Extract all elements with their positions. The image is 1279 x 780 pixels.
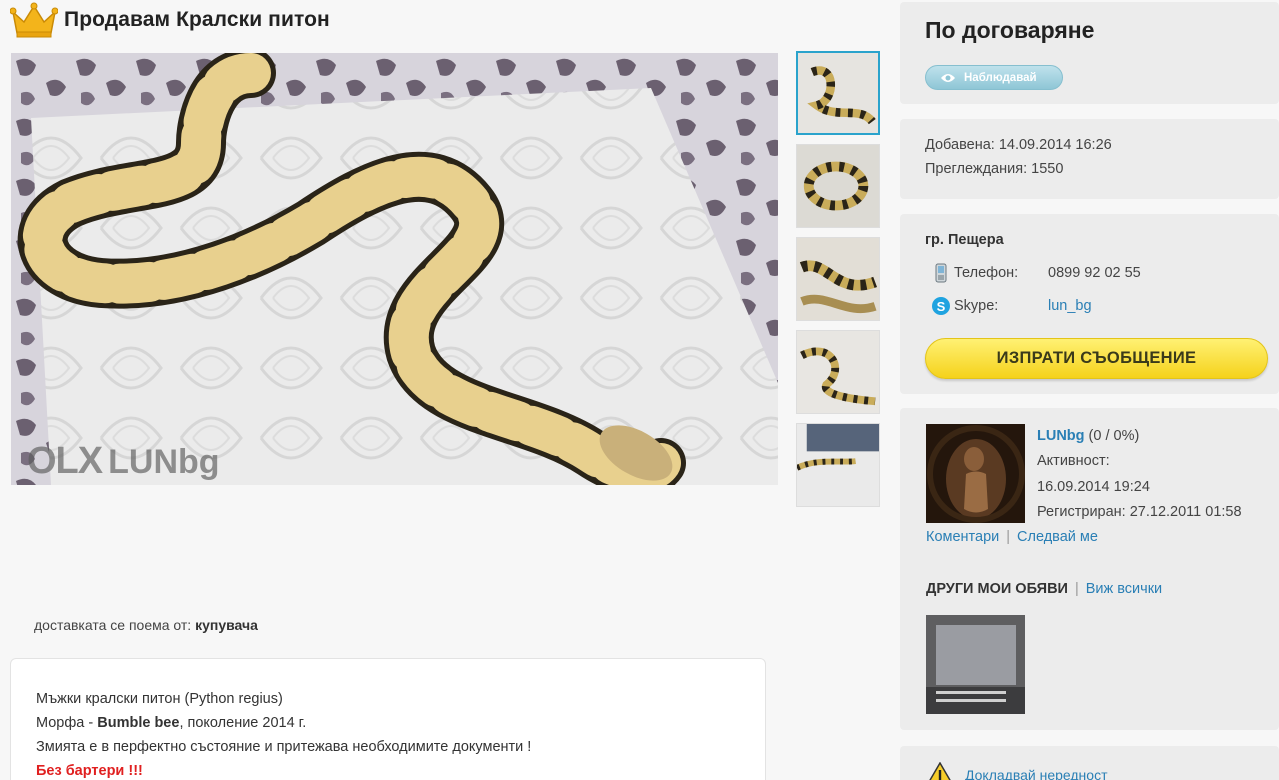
description-card: Мъжки кралски питон (Python regius) Морф…: [10, 658, 766, 780]
activity-value: 16.09.2014 19:24: [1037, 479, 1150, 495]
page-title: Продавам Кралски питон: [64, 8, 330, 31]
comments-link[interactable]: Коментари: [926, 529, 999, 545]
phone-row: Телефон: 0899 92 02 55: [930, 262, 1141, 284]
send-message-button[interactable]: ИЗПРАТИ СЪОБЩЕНИЕ: [925, 338, 1268, 379]
user-box: LUNbg (0 / 0%) Активност: 16.09.2014 19:…: [900, 408, 1279, 730]
view-count: Преглеждания: 1550: [925, 161, 1064, 177]
city: гр. Пещера: [925, 232, 1004, 248]
report-label: Докладвай нередност: [965, 767, 1108, 780]
skype-icon: S: [930, 295, 952, 317]
delivery-label: доставката се поема от:: [34, 617, 192, 633]
contact-box: гр. Пещера Телефон: 0899 92 02 55 S Skyp…: [900, 214, 1279, 394]
meta-box: Добавена: 14.09.2014 16:26 Преглеждания:…: [900, 119, 1279, 199]
title-row: Продавам Кралски питон: [10, 2, 330, 38]
svg-text:S: S: [937, 299, 946, 314]
thumbnail-4[interactable]: [796, 330, 880, 414]
watch-button[interactable]: Наблюдавай: [925, 65, 1063, 90]
thumbnail-1[interactable]: [796, 51, 880, 135]
main-photo[interactable]: OLX LUNbg: [11, 53, 778, 485]
other-ads-header: ДРУГИ МОИ ОБЯВИ | Виж всички: [926, 581, 1162, 597]
watermark-logo: OLX: [27, 440, 103, 482]
price-box: По договаряне Наблюдавай: [900, 2, 1279, 104]
separator: |: [1006, 529, 1011, 545]
avatar[interactable]: [926, 424, 1025, 523]
thumbnail-2[interactable]: [796, 144, 880, 228]
follow-link[interactable]: Следвай ме: [1017, 529, 1098, 545]
thumbnail-strip: [796, 51, 882, 516]
report-box: Докладвай нередност: [900, 746, 1279, 780]
crown-icon: [10, 2, 58, 38]
skype-row: S Skype: lun_bg: [930, 295, 1092, 317]
eye-icon: [941, 73, 955, 82]
registered-date: Регистриран: 27.12.2011 01:58: [1037, 504, 1242, 520]
other-ads-title: ДРУГИ МОИ ОБЯВИ: [926, 581, 1068, 597]
separator: |: [1074, 581, 1079, 597]
user-name-link[interactable]: LUNbg: [1037, 428, 1085, 444]
no-barter-note: Без бартери !!!: [36, 763, 143, 779]
user-rating: (0 / 0%): [1084, 428, 1140, 444]
user-name-line: LUNbg (0 / 0%): [1037, 428, 1139, 444]
watermark-user: LUNbg: [108, 443, 220, 481]
skype-label: Skype:: [954, 298, 999, 314]
see-all-link[interactable]: Виж всички: [1086, 581, 1162, 597]
delivery-info: доставката се поема от: купувача: [34, 617, 258, 633]
description-line: Морфа - Bumble bee, поколение 2014 г.: [36, 711, 740, 735]
delivery-value: купувача: [195, 617, 258, 633]
description-text: , поколение 2014 г.: [179, 715, 307, 731]
price: По договаряне: [925, 17, 1095, 43]
report-link[interactable]: Докладвай нередност: [925, 762, 1108, 780]
description-text: Морфа -: [36, 715, 98, 731]
skype-link[interactable]: lun_bg: [1048, 298, 1092, 314]
user-links: Коментари | Следвай ме: [926, 529, 1098, 545]
morph-name: Bumble bee: [97, 715, 180, 731]
phone-label: Телефон:: [954, 265, 1019, 281]
phone-icon: [930, 262, 952, 284]
warning-icon: [929, 762, 951, 780]
watch-label: Наблюдавай: [964, 71, 1037, 84]
description-line: Мъжки кралски питон (Python regius): [36, 691, 283, 707]
other-ad-thumbnail[interactable]: [926, 615, 1025, 714]
activity-label: Активност:: [1037, 453, 1110, 469]
added-date: Добавена: 14.09.2014 16:26: [925, 137, 1112, 153]
thumbnail-5[interactable]: [796, 423, 880, 507]
watermark: OLX LUNbg: [27, 440, 220, 483]
description-line: Змията е в перфектно състояние и притежа…: [36, 739, 532, 755]
thumbnail-3[interactable]: [796, 237, 880, 321]
phone-number[interactable]: 0899 92 02 55: [1048, 265, 1141, 281]
